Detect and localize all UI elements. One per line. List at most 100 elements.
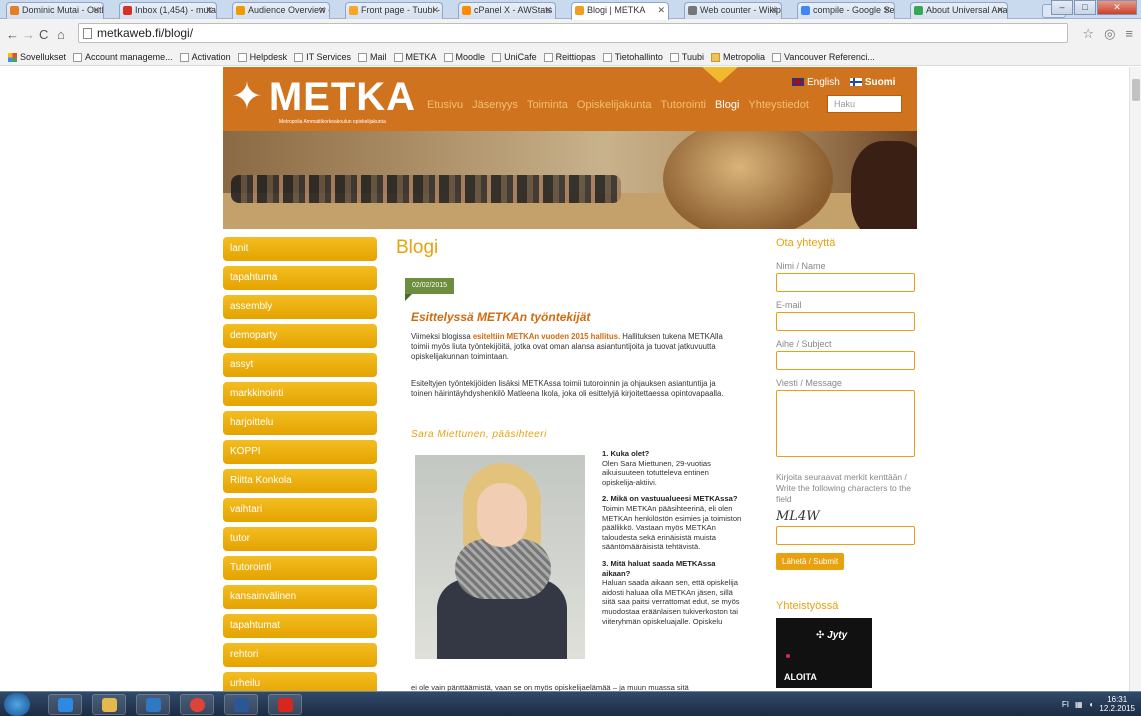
lang-finnish[interactable]: Suomi (849, 77, 895, 88)
browser-tab[interactable]: Web counter - Wikip ✕ (684, 2, 782, 19)
chrome-taskbar-icon[interactable] (180, 694, 214, 715)
minimize-button[interactable]: – (1051, 0, 1073, 15)
bookmark-item[interactable]: Tuubi (669, 52, 704, 62)
bookmark-item[interactable]: Sovellukset (8, 52, 66, 62)
lang-english[interactable]: English (792, 77, 840, 88)
close-tab-icon[interactable]: ✕ (431, 3, 439, 18)
bookmark-item[interactable]: Helpdesk (237, 52, 287, 62)
nav-item[interactable]: Etusivu (427, 99, 463, 111)
network-icon[interactable]: ▦ (1075, 700, 1083, 709)
message-field[interactable] (776, 390, 915, 457)
category-item[interactable]: rehtori (223, 643, 377, 667)
word-taskbar-icon[interactable] (224, 694, 258, 715)
star-icon[interactable]: ☆ (1082, 26, 1094, 42)
close-tab-icon[interactable]: ✕ (92, 3, 100, 18)
start-button[interactable] (4, 693, 30, 716)
tab-favicon-icon (688, 6, 697, 15)
bookmark-item[interactable]: IT Services (294, 52, 351, 62)
reload-icon[interactable]: C (39, 27, 48, 42)
category-item[interactable]: tutor (223, 527, 377, 551)
nav-item[interactable]: Jäsenyys (472, 99, 518, 111)
language-indicator[interactable]: FI (1062, 700, 1069, 709)
x-icon (294, 52, 304, 62)
maximize-button[interactable]: □ (1074, 0, 1096, 15)
category-item[interactable]: markkinointi (223, 382, 377, 406)
close-tab-icon[interactable]: ✕ (205, 3, 213, 18)
metka-logo[interactable]: ✦ METKA Metropolia Ammattikorkeakoulun o… (231, 77, 416, 125)
partner-ad[interactable]: ✣ Jyty ALOITA (776, 618, 872, 688)
bookmark-item[interactable]: Moodle (443, 52, 485, 62)
bookmark-item[interactable]: METKA (393, 52, 437, 62)
acrobat-taskbar-icon[interactable] (268, 694, 302, 715)
nav-item[interactable]: Toiminta (527, 99, 568, 111)
category-item[interactable]: kansainvälinen (223, 585, 377, 609)
tab-favicon-icon (914, 6, 923, 15)
search-input[interactable]: Haku (827, 95, 902, 113)
bookmark-item[interactable]: Activation (179, 52, 231, 62)
home-icon[interactable]: ⌂ (57, 27, 65, 42)
category-item[interactable]: urheilu (223, 672, 377, 691)
close-tab-icon[interactable]: ✕ (318, 3, 326, 18)
vertical-scrollbar[interactable] (1129, 67, 1141, 691)
logo-tagline: Metropolia Ammattikorkeakoulun opiskelij… (279, 119, 386, 125)
browser-tab[interactable]: Blogi | METKA ✕ (571, 2, 669, 20)
close-tab-icon[interactable]: ✕ (883, 3, 891, 18)
post-title[interactable]: Esittelyssä METKAn työntekijät (411, 310, 590, 324)
menu-icon[interactable]: ≡ (1125, 26, 1133, 42)
email-field[interactable] (776, 312, 915, 331)
close-tab-icon[interactable]: ✕ (657, 3, 665, 18)
name-field[interactable] (776, 273, 915, 292)
close-tab-icon[interactable]: ✕ (544, 3, 552, 18)
nav-item[interactable]: Tutorointi (661, 99, 706, 111)
nav-item[interactable]: Blogi (715, 99, 739, 111)
volume-icon[interactable]: ◖ (1089, 700, 1094, 709)
forward-icon[interactable]: → (22, 27, 35, 42)
nav-item[interactable]: Yhteystiedot (748, 99, 809, 111)
category-item[interactable]: tapahtumat (223, 614, 377, 638)
media-taskbar-icon[interactable] (136, 694, 170, 715)
address-bar[interactable]: metkaweb.fi/blogi/ (78, 23, 1068, 43)
tab-label: cPanel X - AWStats (474, 5, 553, 15)
subject-field[interactable] (776, 351, 915, 370)
back-icon[interactable]: ← (6, 27, 19, 42)
category-item[interactable]: assyt (223, 353, 377, 377)
qa-item: 3. Mitä haluat saada METKAssa aikaan? Hal… (602, 559, 742, 626)
submit-button[interactable]: Lähetä / Submit (776, 553, 845, 570)
explorer-taskbar-icon[interactable] (92, 694, 126, 715)
bookmark-item[interactable]: Vancouver Referenci... (772, 52, 875, 62)
category-item[interactable]: harjoittelu (223, 411, 377, 435)
bookmark-item[interactable]: UniCafe (492, 52, 537, 62)
category-item[interactable]: KOPPI (223, 440, 377, 464)
nav-item[interactable]: Opiskelijakunta (577, 99, 652, 111)
bookmark-item[interactable]: Metropolia (711, 52, 765, 62)
browser-tab[interactable]: compile - Google Sea ✕ (797, 2, 895, 19)
category-item[interactable]: tapahtuma (223, 266, 377, 290)
clock[interactable]: 16:31 12.2.2015 (1099, 695, 1135, 713)
extension-icon[interactable]: ◎ (1104, 26, 1115, 42)
close-window-button[interactable]: ✕ (1097, 0, 1137, 15)
category-item[interactable]: lanit (223, 237, 377, 261)
bookmark-item[interactable]: Mail (358, 52, 387, 62)
close-tab-icon[interactable]: ✕ (996, 3, 1004, 18)
browser-tab[interactable]: About Universal Anal ✕ (910, 2, 1008, 19)
browser-tab[interactable]: Front page - Tuubi - ✕ (345, 2, 443, 19)
category-item[interactable]: assembly (223, 295, 377, 319)
browser-tab[interactable]: Audience Overview - ✕ (232, 2, 330, 19)
category-item[interactable]: demoparty (223, 324, 377, 348)
page-icon (73, 52, 83, 62)
browser-tab[interactable]: cPanel X - AWStats ✕ (458, 2, 556, 19)
category-item[interactable]: vaihtari (223, 498, 377, 522)
browser-tab[interactable]: Dominic Mutai - Outl ✕ (6, 2, 104, 19)
ie-taskbar-icon[interactable] (48, 694, 82, 715)
browser-tab[interactable]: Inbox (1,454) - mutai ✕ (119, 2, 217, 19)
captcha-field[interactable] (776, 526, 915, 545)
category-item[interactable]: Riitta Konkola (223, 469, 377, 493)
scrollbar-thumb[interactable] (1132, 79, 1140, 101)
bookmark-item[interactable]: Reittiopas (543, 52, 596, 62)
bookmark-item[interactable]: Account manageme... (73, 52, 173, 62)
category-item[interactable]: Tutorointi (223, 556, 377, 580)
hallitus-link[interactable]: esiteltiin METKAn vuoden 2015 hallitus (473, 332, 618, 341)
bookmark-item[interactable]: Tietohallinto (602, 52, 663, 62)
close-tab-icon[interactable]: ✕ (770, 3, 778, 18)
tab-favicon-icon (462, 6, 471, 15)
